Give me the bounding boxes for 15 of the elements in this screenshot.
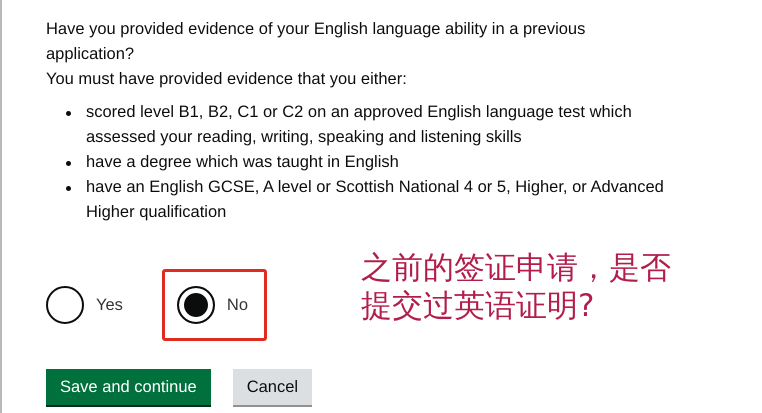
hint-text: You must have provided evidence that you either: xyxy=(46,69,408,90)
annotation-text: 提交过英语证明? xyxy=(361,287,596,325)
bullet-icon xyxy=(66,186,71,191)
list-item: have a degree which was taught in English xyxy=(86,152,399,173)
radio-label[interactable]: No xyxy=(226,296,248,314)
cancel-button[interactable]: Cancel xyxy=(232,369,312,405)
bullet-icon xyxy=(66,111,71,116)
annotation-text: 之前的签证申请，是否 xyxy=(361,249,672,287)
bullet-icon xyxy=(66,161,71,166)
save-button[interactable]: Save and continue xyxy=(46,369,211,405)
radio-label[interactable]: Yes xyxy=(96,296,123,314)
list-item: have an English GCSE, A level or Scottish National 4 or 5, Higher, or Advanced Higher qualification xyxy=(86,177,665,223)
radio-button[interactable] xyxy=(46,286,84,324)
question-text: Have you provided evidence of your English language ability in a previous application? xyxy=(46,19,586,65)
radio-button[interactable] xyxy=(176,286,215,324)
